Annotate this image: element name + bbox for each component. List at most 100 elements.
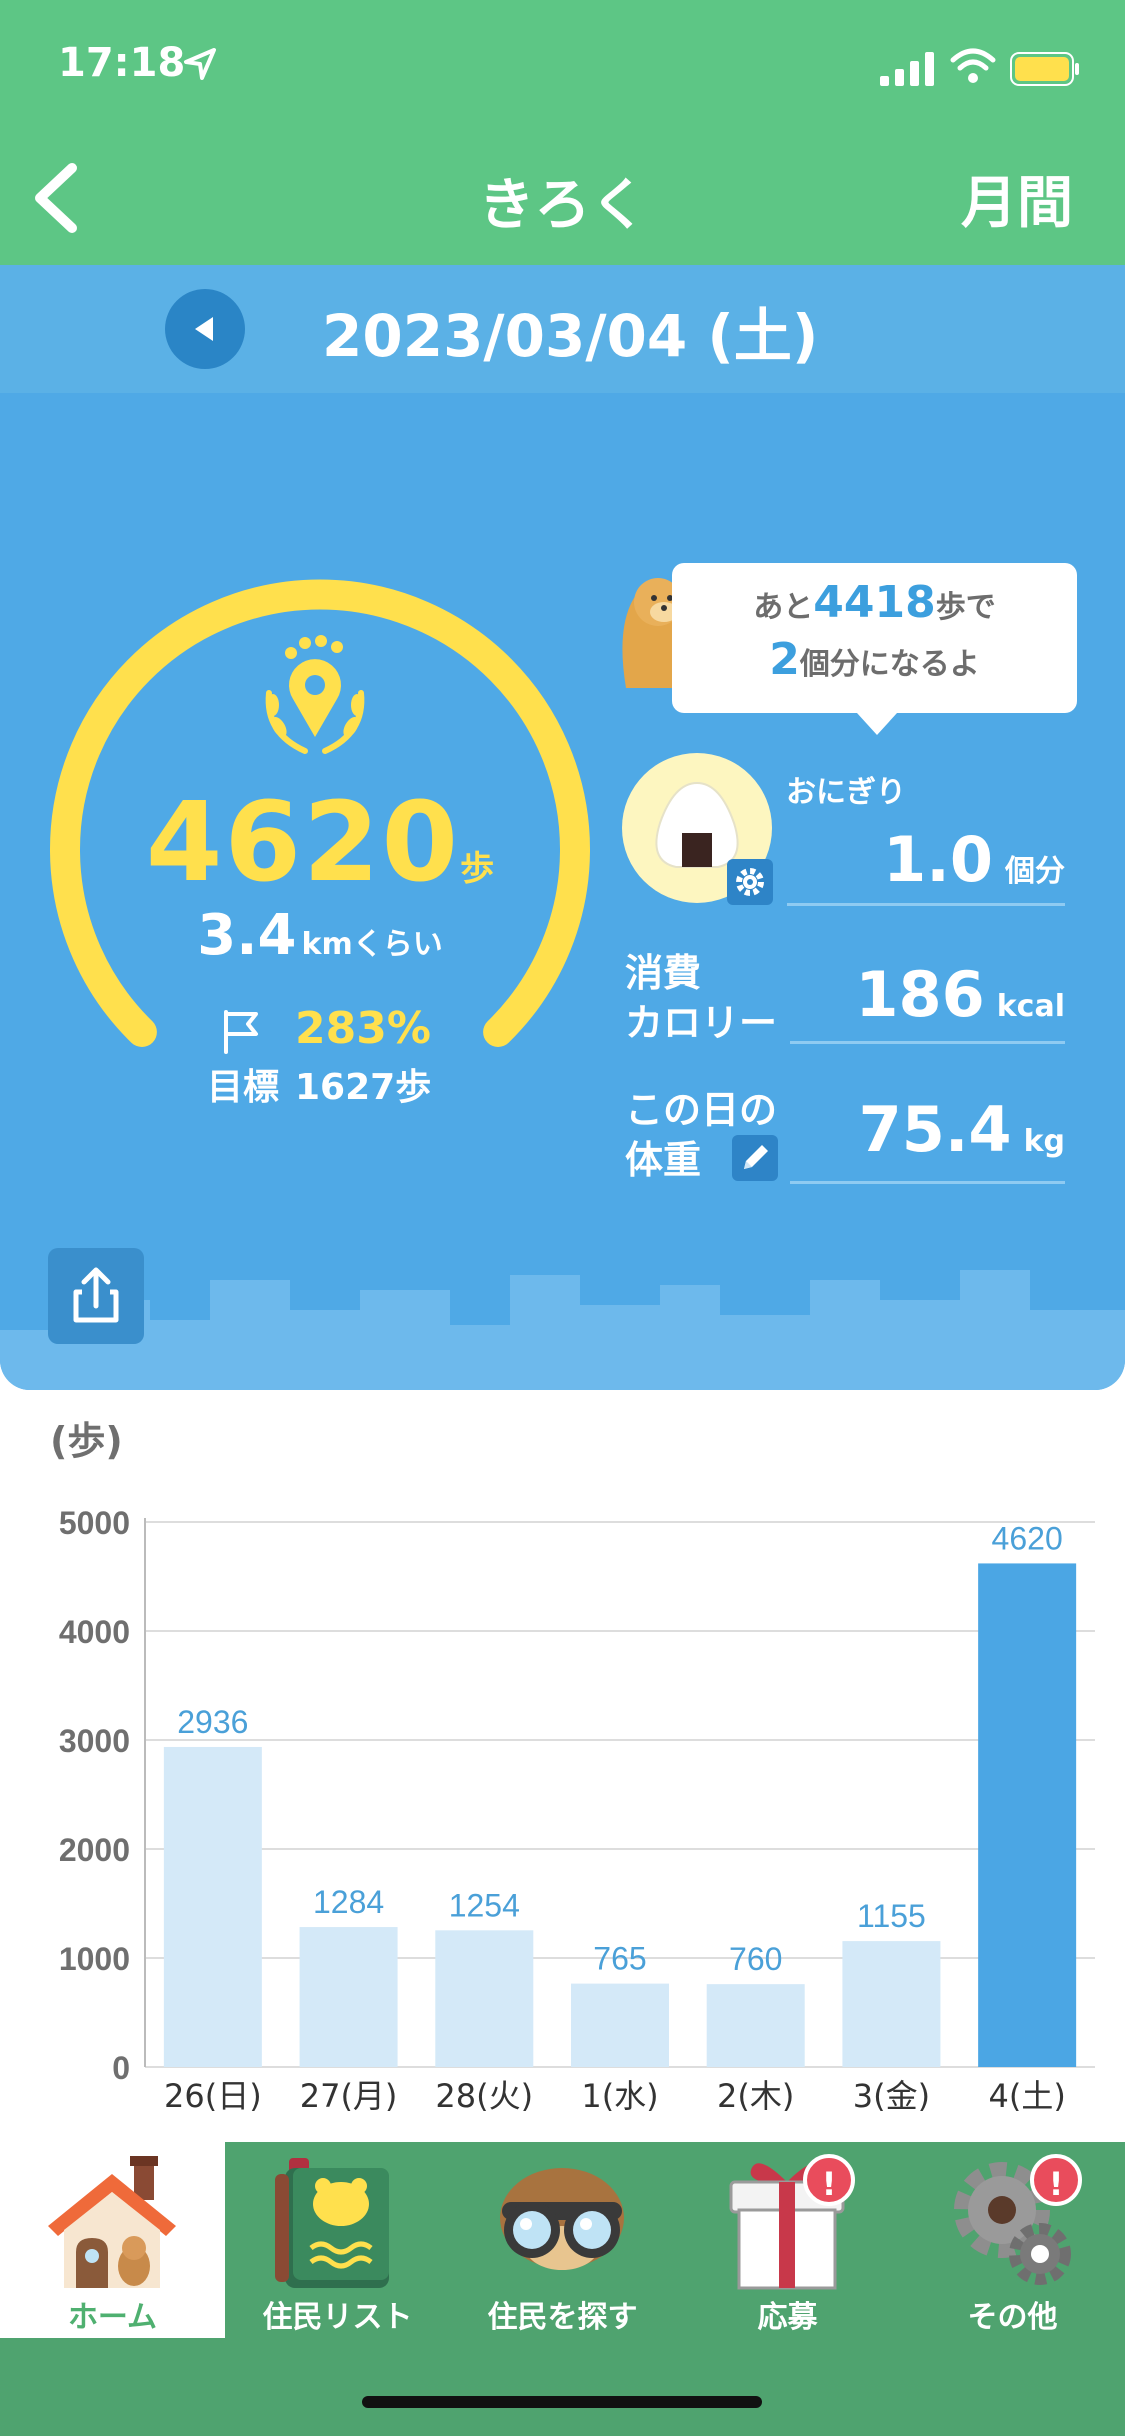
- daily-steps-bar-chart: 0 1000 2000 3000 4000 5000 2936 26(日) 1284 27(月) 1…: [59, 1505, 1095, 2115]
- tab-home-label: ホーム: [67, 2300, 158, 2335]
- step-count-unit: 歩: [460, 849, 495, 889]
- calories-unit: kcal: [996, 989, 1065, 1024]
- tab-other-label: その他: [967, 2300, 1058, 2335]
- distance-unit: kmくらい: [301, 927, 443, 962]
- previous-date-button[interactable]: [165, 289, 245, 369]
- data-label: 765: [593, 1941, 646, 1977]
- house-icon: [48, 2156, 176, 2288]
- x-tick-label: 1(水): [581, 2077, 658, 2115]
- divider: [787, 903, 1065, 906]
- cellular-signal-icon: [880, 52, 934, 86]
- speech-bubble: あと4418歩で 2個分になるよ: [672, 563, 1077, 735]
- distance: 3.4 kmくらい: [0, 903, 640, 968]
- x-tick-label: 4(土): [988, 2077, 1065, 2115]
- bubble-prefix: あと: [753, 590, 814, 625]
- food-name: おにぎり: [786, 775, 906, 810]
- bubble-suffix2: 個分になるよ: [799, 647, 980, 682]
- goal-steps: 1627歩: [295, 1067, 432, 1108]
- notification-badge: !: [803, 2154, 855, 2206]
- tab-find-residents[interactable]: 住民を探す: [450, 2142, 675, 2338]
- y-tick-label: 0: [112, 2050, 130, 2086]
- calories: 186 kcal: [800, 958, 1065, 1031]
- data-label: 760: [729, 1941, 782, 1977]
- tab-apply[interactable]: 応募 !: [675, 2142, 900, 2338]
- onigiri-unit: 個分: [1005, 854, 1065, 889]
- bubble-remaining-steps: 4418: [813, 577, 936, 628]
- notification-badge: !: [1030, 2154, 1082, 2206]
- data-label: 4620: [992, 1520, 1063, 1556]
- gear-icon: [736, 868, 764, 896]
- triangle-left-icon: [195, 317, 213, 341]
- tab-home[interactable]: ホーム: [0, 2142, 225, 2338]
- y-tick-label: 3000: [59, 1723, 130, 1759]
- x-tick-label: 2(木): [717, 2077, 794, 2115]
- onigiri-count: 1.0 個分: [800, 823, 1065, 896]
- onigiri-value: 1.0: [883, 823, 993, 896]
- bar: [299, 1927, 398, 2067]
- goal-flag-icon: [224, 1010, 258, 1054]
- binoculars-icon: [500, 2168, 624, 2270]
- weight-label-line1: この日の: [625, 1088, 778, 1132]
- chart-y-unit: (歩): [50, 1419, 123, 1463]
- daily-summary-panel: 4620歩 3.4 kmくらい 283% 目標 1627歩 あと4418歩で 2…: [0, 393, 1125, 1390]
- calories-label: 消費 カロリー: [625, 948, 777, 1048]
- x-tick-label: 26(日): [164, 2077, 262, 2115]
- y-tick-label: 2000: [59, 1832, 130, 1868]
- goal-label: 目標: [207, 1067, 280, 1108]
- bar: [163, 1746, 262, 2067]
- page-title: きろく: [478, 173, 647, 238]
- tab-other[interactable]: その他 !: [900, 2142, 1125, 2338]
- location-arrow-icon: [184, 48, 216, 80]
- weight: 75.4 kg: [800, 1093, 1065, 1166]
- calories-label-line1: 消費: [625, 951, 702, 995]
- current-date: 2023/03/04 (土): [322, 302, 819, 370]
- nav-header: きろく 月間: [0, 130, 1125, 265]
- bar: [435, 1930, 534, 2067]
- bubble-suffix1: 歩で: [935, 590, 996, 625]
- tab-resident-list[interactable]: 住民リスト: [225, 2142, 450, 2338]
- date-bar: 2023/03/04 (土): [0, 265, 1125, 393]
- divider: [790, 1041, 1065, 1044]
- calories-label-line2: カロリー: [625, 1001, 778, 1045]
- bubble-count: 2: [769, 634, 800, 685]
- distance-value: 3.4: [197, 903, 297, 968]
- home-indicator: [362, 2396, 762, 2408]
- x-tick-label: 3(金): [853, 2077, 930, 2115]
- data-label: 2936: [177, 1704, 248, 1740]
- goal-percent: 283%: [295, 1003, 431, 1054]
- pencil-icon: [744, 1145, 768, 1169]
- bar: [706, 1984, 805, 2067]
- weight-value: 75.4: [858, 1093, 1012, 1166]
- food-settings-button[interactable]: [727, 859, 773, 905]
- city-skyline-illustration: [0, 1270, 1125, 1390]
- bar: [978, 1563, 1077, 2067]
- y-tick-label: 4000: [59, 1614, 130, 1650]
- edit-weight-button[interactable]: [732, 1135, 778, 1181]
- calories-value: 186: [855, 958, 985, 1031]
- x-tick-label: 28(火): [435, 2077, 533, 2115]
- bar: [842, 1941, 941, 2067]
- tab-resident-list-label: 住民リスト: [262, 2300, 413, 2335]
- step-count-value: 4620: [145, 778, 461, 906]
- divider: [790, 1181, 1065, 1184]
- battery-icon: [1010, 52, 1079, 86]
- footprint-laurel-icon: [265, 635, 365, 754]
- monthly-view-button[interactable]: 月間: [961, 158, 1073, 239]
- share-button[interactable]: [48, 1248, 144, 1344]
- tab-bar: ホーム 住民リスト 住民を探す 応募 ! その他 !: [0, 2142, 1125, 2436]
- share-icon: [73, 1267, 119, 1323]
- x-tick-label: 27(月): [300, 2077, 398, 2115]
- step-count: 4620歩: [0, 778, 640, 906]
- data-label: 1155: [857, 1898, 926, 1934]
- y-tick-label: 1000: [59, 1941, 130, 1977]
- book-icon: [275, 2158, 389, 2288]
- data-label: 1284: [313, 1884, 384, 1920]
- bar: [571, 1983, 669, 2067]
- wifi-icon: [950, 48, 996, 83]
- y-tick-label: 5000: [59, 1505, 130, 1541]
- weight-unit: kg: [1023, 1124, 1065, 1159]
- tab-apply-label: 応募: [757, 2300, 818, 2335]
- status-time: 17:18: [58, 40, 186, 86]
- data-label: 1254: [449, 1887, 520, 1923]
- status-bar: 17:18: [0, 0, 1125, 130]
